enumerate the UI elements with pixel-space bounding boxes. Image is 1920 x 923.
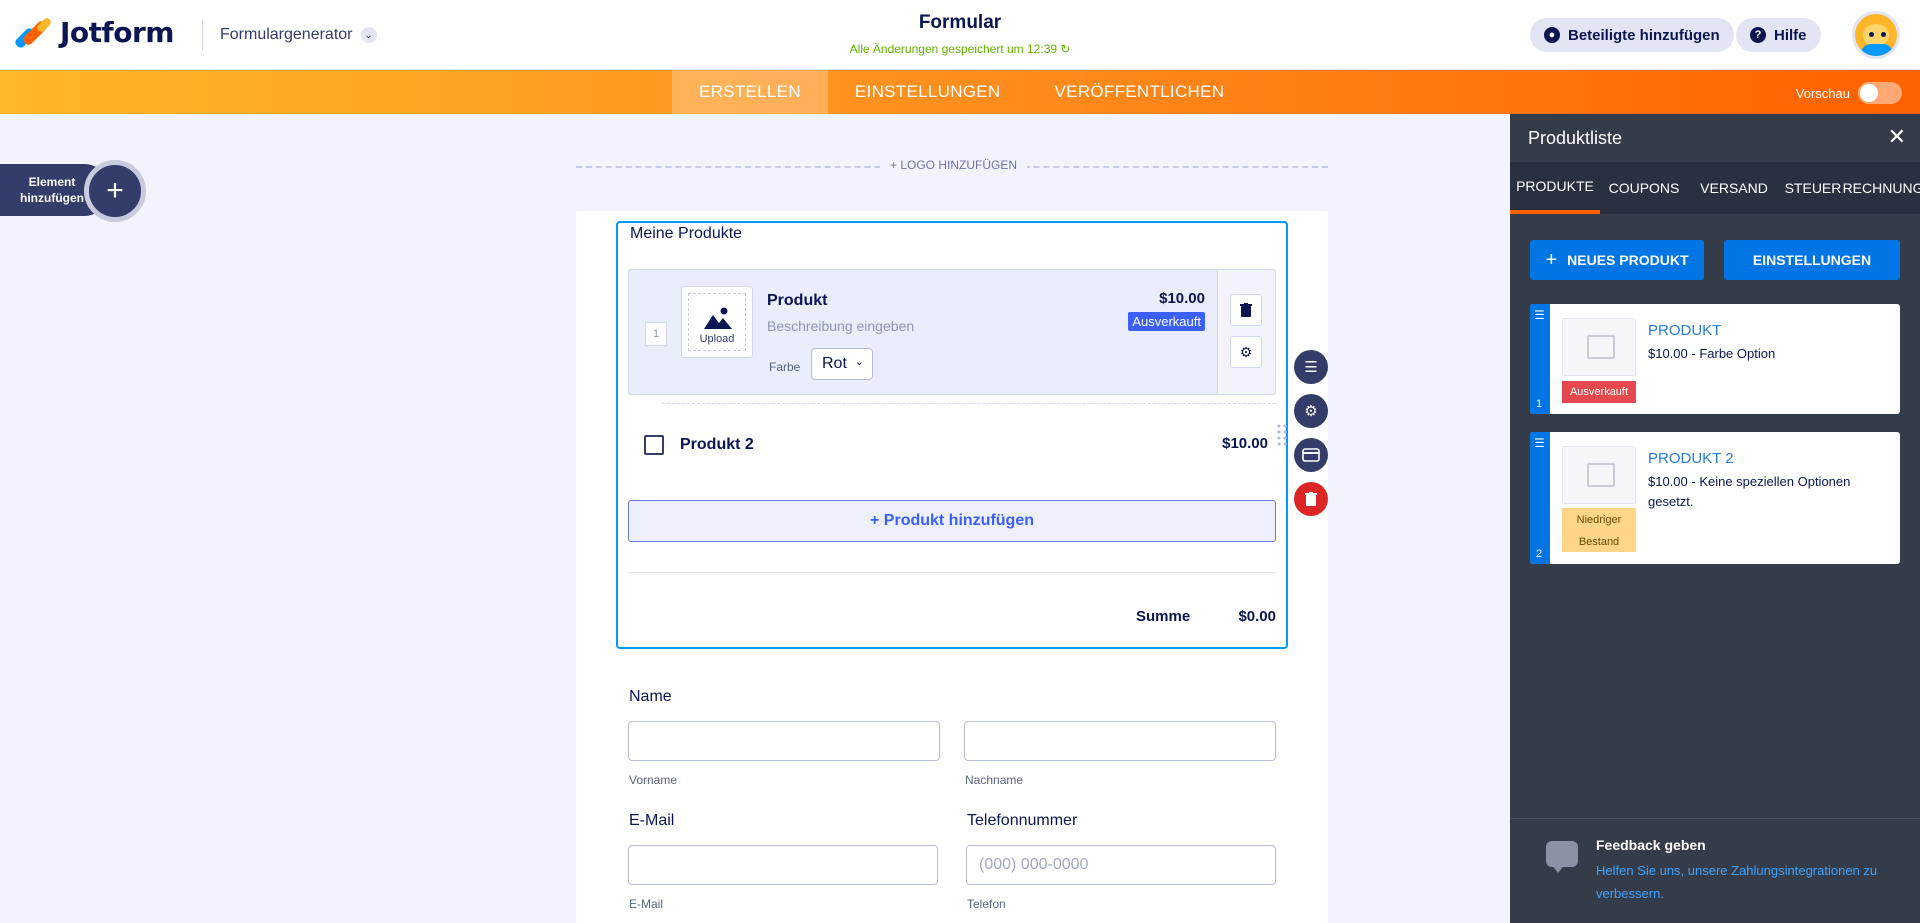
product-2-checkbox[interactable]	[644, 435, 664, 455]
upload-label: Upload	[699, 333, 735, 345]
low-stock-badge: Niedriger Bestand	[1562, 508, 1636, 552]
chevron-down-icon: ⌄	[854, 356, 864, 368]
panel-product-card[interactable]: ☰ 1 PRODUKT $10.00 - Farbe Option Ausver…	[1530, 304, 1900, 414]
help-label: Hilfe	[1774, 26, 1807, 44]
sold-out-badge: Ausverkauft	[1562, 381, 1636, 403]
tab-coupons[interactable]: COUPONS	[1600, 162, 1688, 214]
add-participants-button[interactable]: ● Beteiligte hinzufügen	[1530, 18, 1734, 52]
color-select-value: Rot	[822, 355, 847, 372]
add-logo-link[interactable]: + LOGO HINZUFÜGEN	[880, 158, 1028, 172]
first-name-input[interactable]	[628, 721, 940, 761]
feedback-link[interactable]: Helfen Sie uns, unsere Zahlungsintegrati…	[1596, 859, 1896, 905]
panel-header: Produktliste ✕	[1510, 114, 1920, 162]
last-name-input[interactable]	[964, 721, 1276, 761]
gear-icon[interactable]: ⚙	[1230, 336, 1262, 368]
product-thumbnail	[1562, 446, 1636, 504]
feedback-section: Feedback geben Helfen Sie uns, unsere Za…	[1510, 818, 1920, 923]
product-2-name: Produkt 2	[680, 436, 754, 453]
trash-icon[interactable]	[1230, 294, 1262, 326]
email-input[interactable]	[628, 845, 938, 885]
product-card-description: $10.00 - Keine speziellen Optionen geset…	[1648, 474, 1851, 509]
hamburger-icon[interactable]: ☰	[1534, 308, 1545, 322]
total-value: $0.00	[1238, 608, 1276, 625]
tab-build[interactable]: ERSTELLEN	[672, 70, 828, 114]
email-label: E-Mail	[629, 812, 675, 829]
total-label: Summe	[1136, 608, 1191, 625]
list-icon[interactable]: ☰	[1294, 350, 1328, 384]
product-2-price: $10.00	[1222, 435, 1268, 452]
tab-settings[interactable]: EINSTELLUNGEN	[828, 70, 1028, 114]
help-button[interactable]: ? Hilfe	[1736, 18, 1821, 52]
product-card-name[interactable]: PRODUKT 2	[1648, 450, 1734, 467]
add-product-button[interactable]: + Produkt hinzufügen	[628, 500, 1276, 542]
hamburger-icon[interactable]: ☰	[1534, 436, 1545, 450]
drag-handle-icon[interactable]	[1276, 423, 1288, 447]
builder-navbar: ERSTELLEN EINSTELLUNGEN VERÖFFENTLICHEN …	[0, 70, 1920, 114]
product-index: 1	[645, 322, 667, 346]
sold-out-badge: Ausverkauft	[1128, 312, 1205, 331]
product-card-number: 1	[1536, 398, 1543, 410]
email-sublabel: E-Mail	[629, 897, 664, 911]
preview-toggle[interactable]	[1858, 82, 1902, 104]
product-price: $10.00	[1159, 290, 1205, 307]
product-thumbnail	[1562, 318, 1636, 376]
panel-title: Produktliste	[1528, 128, 1623, 148]
product-separator	[662, 403, 1276, 404]
product-image-upload[interactable]: Upload	[681, 286, 753, 358]
product-actions: ⚙	[1217, 270, 1275, 394]
tab-tax[interactable]: STEUER	[1780, 162, 1846, 214]
name-label: Name	[629, 688, 672, 705]
image-icon	[704, 307, 732, 329]
add-element-button[interactable]: Element hinzufügen +	[0, 160, 146, 222]
delete-icon[interactable]	[1294, 482, 1328, 516]
product-name[interactable]: Produkt	[767, 292, 827, 310]
first-name-sublabel: Vorname	[629, 773, 678, 787]
product-card-description: $10.00 - Farbe Option	[1648, 346, 1776, 361]
builder-tabs: ERSTELLEN EINSTELLUNGEN VERÖFFENTLICHEN	[672, 70, 1251, 114]
last-name-sublabel: Nachname	[965, 773, 1024, 787]
help-icon: ?	[1750, 27, 1766, 43]
avatar[interactable]	[1852, 11, 1900, 59]
panel-tabs: PRODUKTE COUPONS VERSAND STEUER RECHNUNG	[1510, 162, 1920, 214]
phone-sublabel: Telefon	[967, 897, 1006, 911]
preview-toggle-area: Vorschau	[1796, 82, 1902, 104]
panel-settings-button[interactable]: EINSTELLUNGEN	[1724, 240, 1900, 280]
phone-label: Telefonnummer	[967, 812, 1078, 829]
product-card-name[interactable]: PRODUKT	[1648, 322, 1721, 339]
phone-input[interactable]: (000) 000-0000	[966, 845, 1276, 885]
plus-icon: +	[1545, 248, 1558, 271]
feedback-title: Feedback geben	[1596, 837, 1706, 853]
product-card-number: 2	[1536, 548, 1543, 560]
new-product-label: NEUES PRODUKT	[1567, 252, 1689, 268]
tab-shipping[interactable]: VERSAND	[1688, 162, 1780, 214]
tab-publish[interactable]: VERÖFFENTLICHEN	[1028, 70, 1252, 114]
panel-product-card[interactable]: ☰ 2 PRODUKT 2 $10.00 - Keine speziellen …	[1530, 432, 1900, 564]
product-card-strip: ☰ 2	[1530, 432, 1550, 564]
gear-icon[interactable]: ⚙	[1294, 394, 1328, 428]
color-select[interactable]: Rot ⌄	[811, 348, 873, 380]
products-title[interactable]: Meine Produkte	[630, 225, 742, 243]
chat-bubble-icon	[1546, 841, 1578, 873]
add-element-label: Element hinzufügen	[20, 175, 84, 205]
product-description[interactable]: Beschreibung eingeben	[767, 318, 914, 334]
product-card-strip: ☰ 1	[1530, 304, 1550, 414]
payment-card-icon[interactable]	[1294, 438, 1328, 472]
option-label: Farbe	[769, 360, 801, 374]
product-item-1[interactable]: 1 Upload Produkt Beschreibung eingeben F…	[628, 269, 1276, 395]
add-participants-label: Beteiligte hinzufügen	[1568, 26, 1720, 44]
top-header: Jotform Formulargenerator ⌄ Formular All…	[0, 0, 1920, 70]
product-list-widget[interactable]: Meine Produkte 1 Upload Produkt Beschrei…	[616, 221, 1288, 649]
tab-invoice[interactable]: RECHNUNG	[1843, 162, 1920, 214]
preview-label: Vorschau	[1795, 85, 1850, 101]
plus-icon[interactable]: +	[84, 160, 146, 222]
tab-products[interactable]: PRODUKTE	[1510, 162, 1600, 214]
close-icon[interactable]: ✕	[1888, 124, 1906, 150]
new-product-button[interactable]: + NEUES PRODUKT	[1530, 240, 1704, 280]
user-icon: ●	[1544, 27, 1560, 43]
product-list-panel: Produktliste ✕ PRODUKTE COUPONS VERSAND …	[1510, 114, 1920, 923]
total-separator	[628, 572, 1276, 573]
